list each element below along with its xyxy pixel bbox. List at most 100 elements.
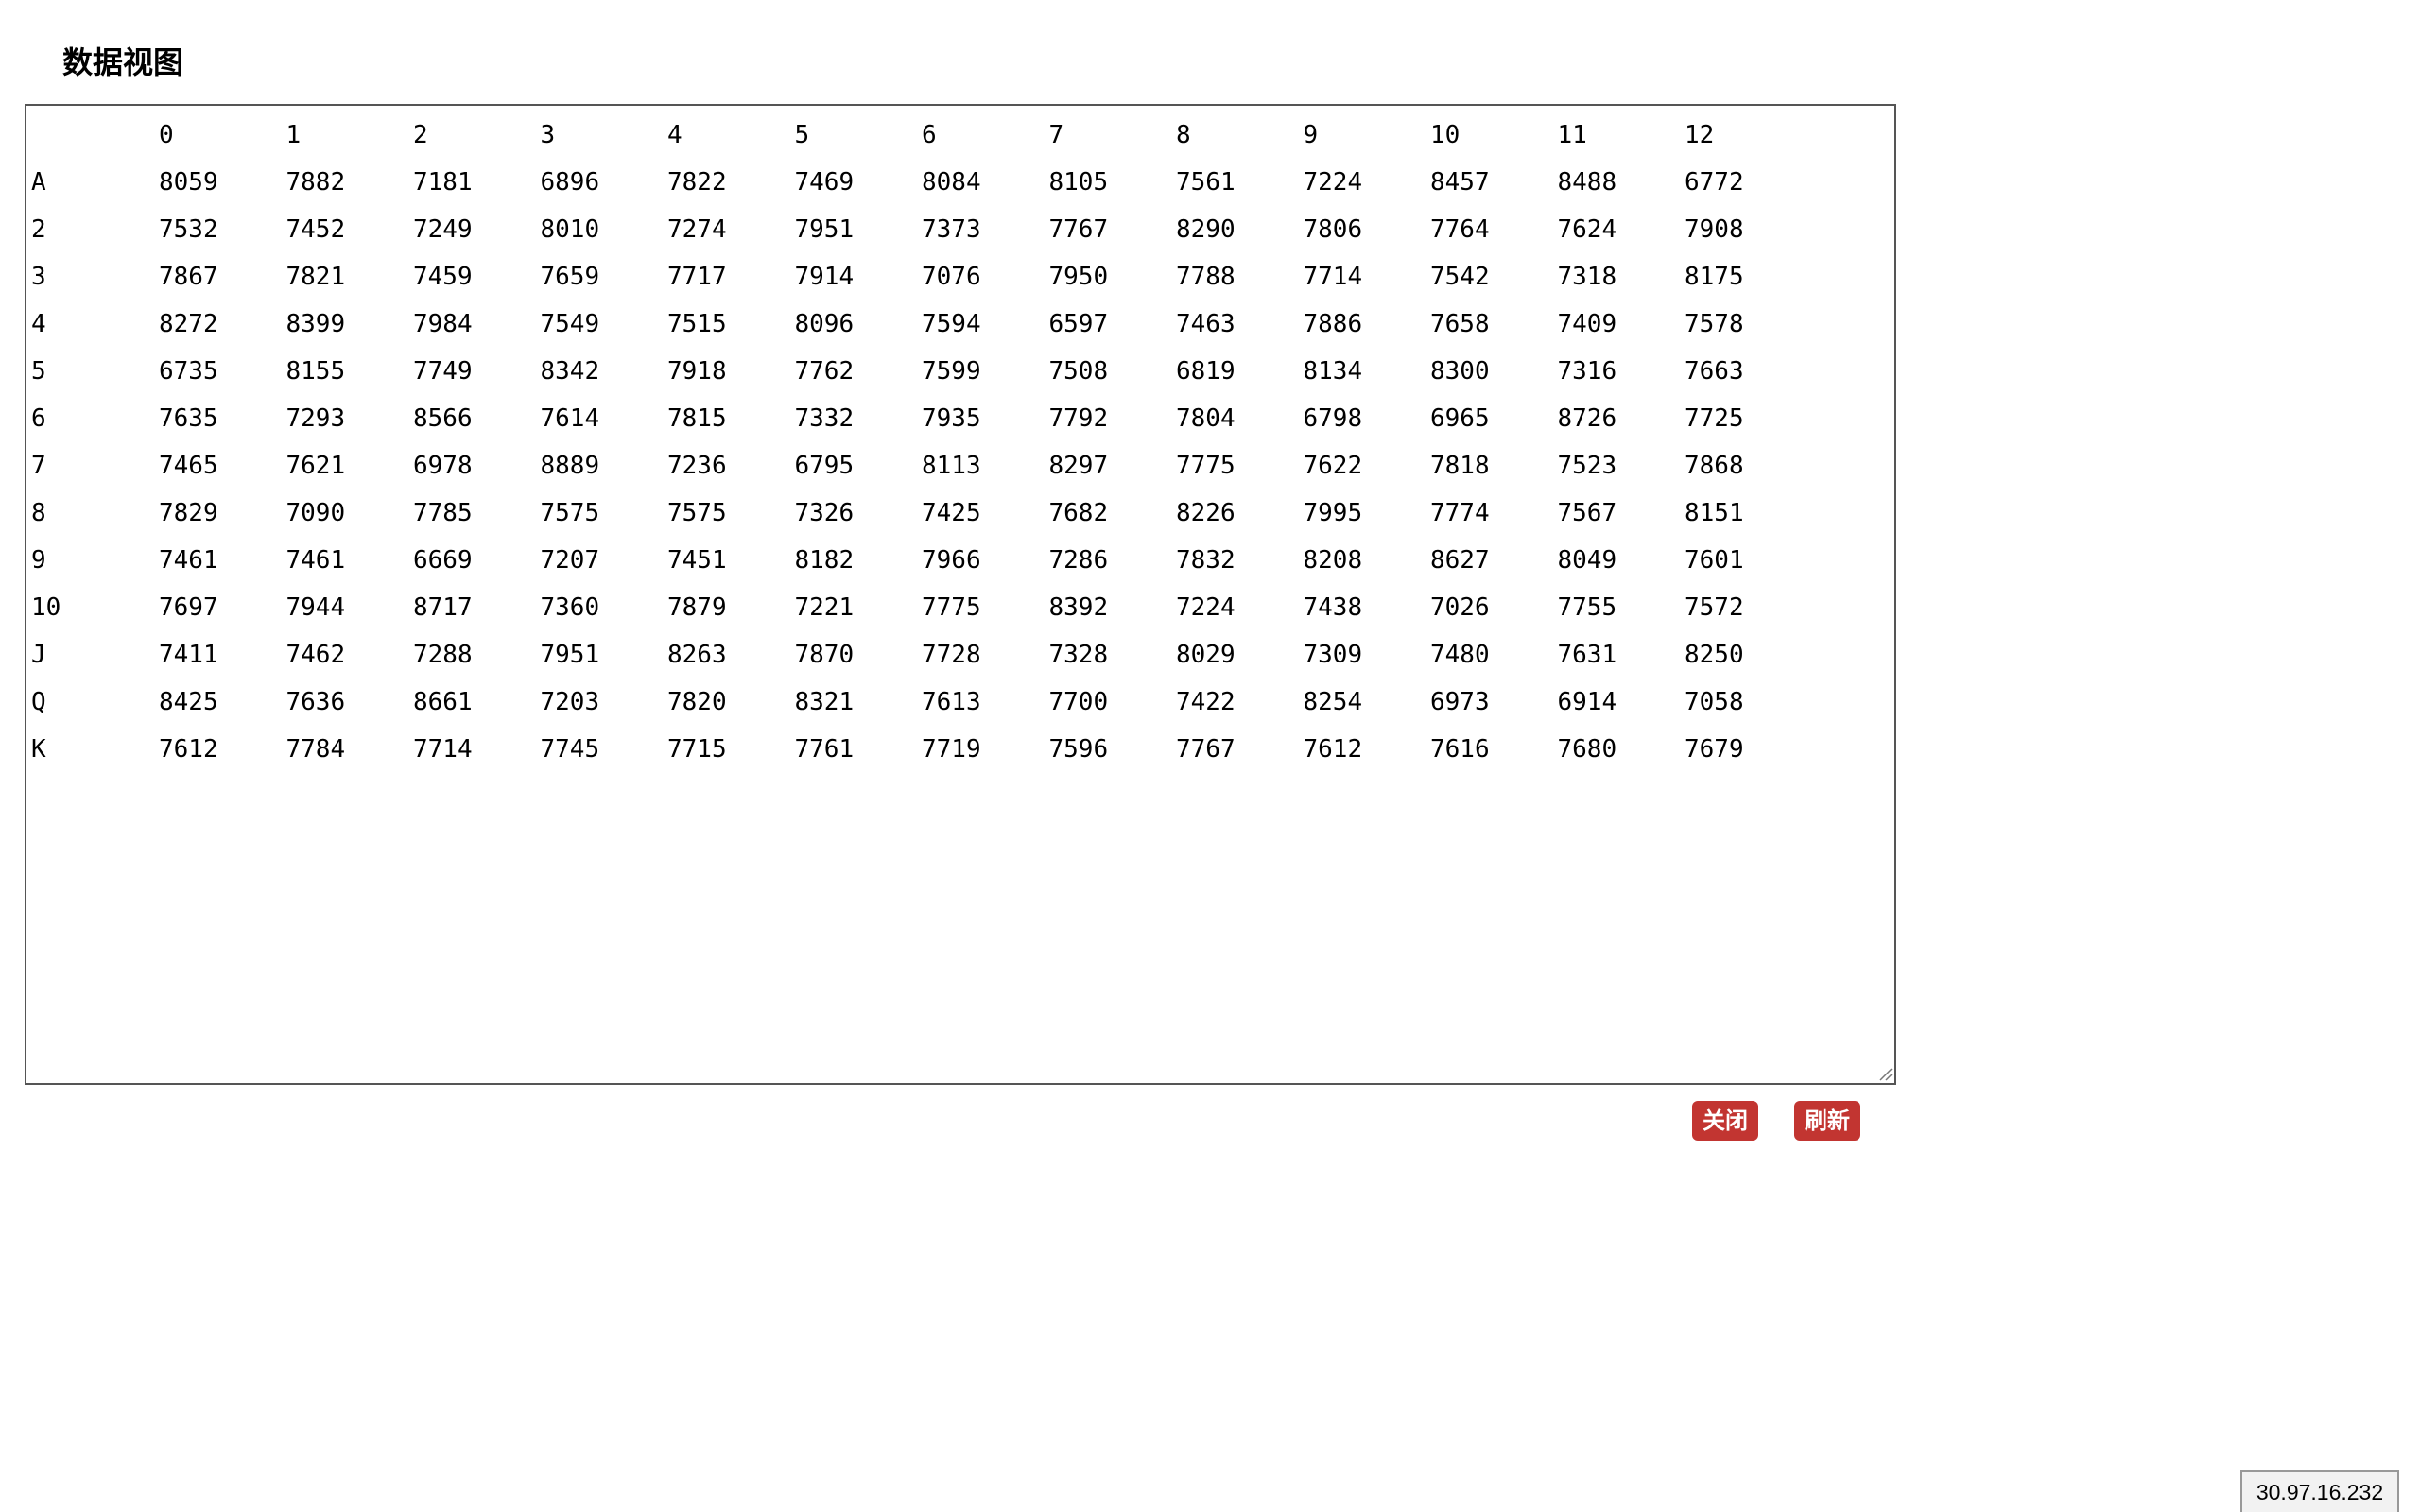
table-cell: 6965 <box>1430 404 1490 433</box>
column-header: 12 <box>1685 121 1715 149</box>
column-header: 4 <box>667 121 683 149</box>
table-cell: 7523 <box>1557 452 1617 480</box>
refresh-button[interactable]: 刷新 <box>1794 1101 1860 1141</box>
table-cell: 8134 <box>1303 357 1363 386</box>
table-cell: 8457 <box>1430 168 1490 197</box>
table-cell: 7575 <box>540 499 600 527</box>
table-cell: 7594 <box>922 310 981 338</box>
table-cell: 7806 <box>1303 215 1363 244</box>
table-cell: 7761 <box>794 735 855 764</box>
table-cell: 7422 <box>1176 688 1236 716</box>
table-cell: 8272 <box>159 310 218 338</box>
table-cell: 7612 <box>159 735 218 764</box>
data-view-textarea[interactable]: 0 1 2 3 4 5 6 7 8 9 10 11 12 A 8059 7882 7181 6896 7822 746… <box>25 104 1896 1085</box>
table-cell: 7622 <box>1303 452 1363 480</box>
column-header: 9 <box>1303 121 1319 149</box>
table-cell: 7409 <box>1557 310 1617 338</box>
table-cell: 7764 <box>1430 215 1490 244</box>
table-cell: 8096 <box>794 310 855 338</box>
table-cell: 6819 <box>1176 357 1236 386</box>
table-cell: 7918 <box>667 357 727 386</box>
table-row: 9 7461 7461 6669 7207 7451 8182 7966 7286 7832 820… <box>26 537 1894 584</box>
table-cell: 7659 <box>540 263 600 291</box>
table-cell: 7658 <box>1430 310 1490 338</box>
table-cell: 7717 <box>667 263 727 291</box>
table-cell: 7567 <box>1557 499 1617 527</box>
table-cell: 7944 <box>285 593 346 622</box>
table-cell: 7224 <box>1176 593 1236 622</box>
table-cell: 7785 <box>413 499 473 527</box>
table-cell: 7950 <box>1048 263 1109 291</box>
table-cell: 7318 <box>1557 263 1617 291</box>
table-cell: 7532 <box>159 215 218 244</box>
table-cell: 7679 <box>1685 735 1744 764</box>
table-cell: 8717 <box>413 593 473 622</box>
table-cell: 7951 <box>540 641 600 669</box>
table-cell: 7425 <box>922 499 981 527</box>
row-label: 3 <box>31 263 46 291</box>
table-cell: 6669 <box>413 546 473 575</box>
table-cell: 7792 <box>1048 404 1109 433</box>
table-cell: 7886 <box>1303 310 1363 338</box>
table-row: 3 7867 7821 7459 7659 7717 7914 7076 7950 7788 771… <box>26 253 1894 301</box>
table-row: J 7411 7462 7288 7951 8263 7870 7728 7328 8029 730… <box>26 631 1894 679</box>
table-cell: 7882 <box>285 168 346 197</box>
row-label: 8 <box>31 499 46 527</box>
table-cell: 7463 <box>1176 310 1236 338</box>
column-header: 6 <box>922 121 937 149</box>
column-header: 3 <box>540 121 556 149</box>
table-cell: 6896 <box>540 168 600 197</box>
table-cell: 8726 <box>1557 404 1617 433</box>
table-cell: 7624 <box>1557 215 1617 244</box>
table-cell: 7616 <box>1430 735 1490 764</box>
data-view-panel: 数据视图 0 1 2 3 4 5 6 7 8 9 10 11 12 A 8059 7882 7181 6896 78… <box>0 0 2420 1512</box>
table-cell: 7755 <box>1557 593 1617 622</box>
table-row: 4 8272 8399 7984 7549 7515 8096 7594 6597 7463 788… <box>26 301 1894 348</box>
table-cell: 7451 <box>667 546 727 575</box>
table-cell: 7480 <box>1430 641 1490 669</box>
table-cell: 7714 <box>413 735 473 764</box>
table-cell: 7549 <box>540 310 600 338</box>
resize-grip-icon[interactable] <box>1876 1064 1893 1081</box>
table-cell: 7601 <box>1685 546 1744 575</box>
table-cell: 7914 <box>794 263 855 291</box>
close-button[interactable]: 关闭 <box>1692 1101 1758 1141</box>
table-row: Q 8425 7636 8661 7203 7820 8321 7613 7700 7422 825… <box>26 679 1894 726</box>
table-cell: 7207 <box>540 546 600 575</box>
table-cell: 8084 <box>922 168 981 197</box>
table-cell: 7599 <box>922 357 981 386</box>
table-cell: 7745 <box>540 735 600 764</box>
table-cell: 8208 <box>1303 546 1363 575</box>
table-cell: 8151 <box>1685 499 1744 527</box>
table-cell: 7935 <box>922 404 981 433</box>
table-cell: 7462 <box>285 641 346 669</box>
table-cell: 7821 <box>285 263 346 291</box>
table-cell: 7411 <box>159 641 218 669</box>
column-header: 7 <box>1048 121 1064 149</box>
column-header: 11 <box>1557 121 1587 149</box>
column-header: 1 <box>285 121 302 149</box>
table-cell: 8113 <box>922 452 981 480</box>
table-cell: 6597 <box>1048 310 1109 338</box>
table-row: 10 7697 7944 8717 7360 7879 7221 7775 8392 7224 74… <box>26 584 1894 631</box>
row-label: 10 <box>31 593 61 622</box>
table-cell: 8049 <box>1557 546 1617 575</box>
table-cell: 7613 <box>922 688 981 716</box>
table-cell: 7090 <box>285 499 346 527</box>
table-cell: 7236 <box>667 452 727 480</box>
column-header: 10 <box>1430 121 1461 149</box>
table-cell: 7728 <box>922 641 981 669</box>
table-cell: 6978 <box>413 452 473 480</box>
table-cell: 6914 <box>1557 688 1617 716</box>
table-cell: 8155 <box>285 357 346 386</box>
table-cell: 7762 <box>794 357 855 386</box>
table-cell: 7515 <box>667 310 727 338</box>
table-cell: 7249 <box>413 215 473 244</box>
table-cell: 7326 <box>794 499 855 527</box>
table-cell: 7026 <box>1430 593 1490 622</box>
table-cell: 7719 <box>922 735 981 764</box>
table-cell: 7767 <box>1048 215 1109 244</box>
table-header-row: 0 1 2 3 4 5 6 7 8 9 10 11 12 <box>26 112 1894 159</box>
table-cell: 7286 <box>1048 546 1109 575</box>
row-label: Q <box>31 688 46 716</box>
